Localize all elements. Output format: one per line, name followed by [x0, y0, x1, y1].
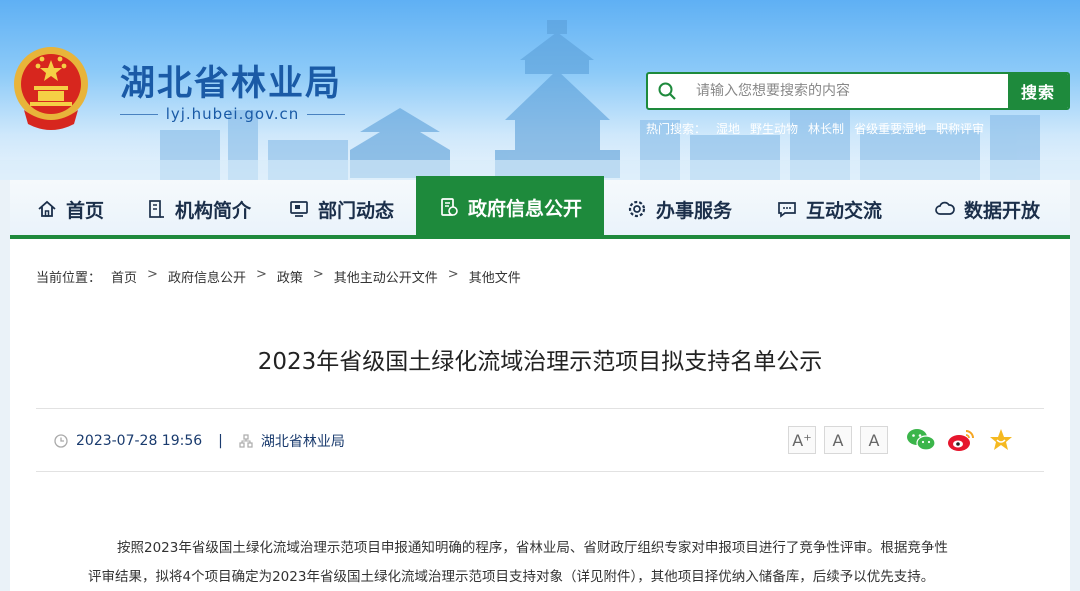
article-meta-bar: 2023-07-28 19:56 | 湖北省林业局 A⁺ A A	[36, 408, 1044, 472]
nav-item-label: 办事服务	[655, 199, 732, 222]
hot-search-link-wildlife[interactable]: 野生动物	[750, 120, 798, 137]
search-button[interactable]: 搜索	[1008, 74, 1068, 108]
gear-icon	[628, 200, 646, 218]
site-title: 湖北省林业局	[120, 63, 343, 104]
site-domain: lyj.hubei.gov.cn	[165, 105, 300, 123]
hot-search-link-forest-chief[interactable]: 林长制	[808, 120, 844, 137]
article-meta: 2023-07-28 19:56 | 湖北省林业局	[54, 431, 345, 451]
wechat-icon[interactable]	[906, 425, 936, 455]
search-icon	[648, 74, 686, 108]
breadcrumb-separator-icon: >	[147, 267, 158, 282]
font-size-medium-button[interactable]: A	[824, 426, 852, 454]
nav-item-home[interactable]: 首页	[10, 180, 130, 238]
nav-item-gov-info-disclosure[interactable]: 政府信息公开	[416, 176, 604, 238]
nav-item-label: 政府信息公开	[467, 197, 582, 220]
meta-separator: |	[218, 433, 223, 449]
building-icon	[149, 200, 164, 218]
article-title: 2023年省级国土绿化流域治理示范项目拟支持名单公示	[257, 349, 823, 375]
nav-item-label: 互动交流	[805, 199, 882, 222]
organization-icon	[239, 434, 253, 448]
nav-item-label: 数据开放	[963, 199, 1040, 222]
breadcrumb-item-policy[interactable]: 政策	[277, 267, 303, 286]
nav-item-label: 机构简介	[174, 199, 251, 222]
search-box: 搜索	[646, 72, 1070, 110]
site-domain-row: lyj.hubei.gov.cn	[120, 104, 345, 124]
home-icon	[38, 200, 56, 217]
nav-item-services[interactable]: 办事服务	[604, 180, 754, 238]
chat-icon	[778, 202, 796, 218]
hot-search-link-title-review[interactable]: 职称评审	[936, 120, 984, 137]
article-source: 湖北省林业局	[260, 434, 345, 450]
hot-search-row: 热门搜索： 湿地 野生动物 林长制 省级重要湿地 职称评审	[646, 120, 984, 137]
nav-item-open-data[interactable]: 数据开放	[904, 180, 1070, 238]
nav-item-department-news[interactable]: 部门动态	[266, 180, 416, 238]
monitor-icon	[290, 201, 308, 217]
cloud-icon	[935, 201, 955, 215]
hot-search-link-wetland[interactable]: 湿地	[716, 120, 740, 137]
breadcrumb-item-home[interactable]: 首页	[111, 267, 137, 286]
search-input[interactable]	[686, 74, 1008, 108]
breadcrumb: 当前位置： 首页 > 政府信息公开 > 政策 > 其他主动公开文件 > 其他文件	[36, 267, 521, 286]
breadcrumb-label: 当前位置：	[36, 271, 102, 286]
breadcrumb-separator-icon: >	[255, 267, 267, 282]
nav-item-label: 首页	[65, 199, 104, 222]
nav-item-interaction[interactable]: 互动交流	[754, 180, 904, 238]
main-nav: 首页 机构简介 部门动态 政府信息公开 办事服务 互动交流 数据开放	[10, 176, 1070, 238]
font-size-small-button[interactable]: A	[860, 426, 888, 454]
font-size-large-button[interactable]: A⁺	[788, 426, 816, 454]
favorite-icon[interactable]	[986, 425, 1016, 455]
hot-search-label: 热门搜索：	[646, 122, 707, 136]
domain-divider-right	[307, 113, 345, 115]
domain-divider-left	[120, 113, 158, 115]
breadcrumb-separator-icon: >	[447, 267, 459, 282]
document-icon	[441, 198, 458, 216]
article-paragraph-2: 评审结果，拟将4个项目确定为2023年省级国土绿化流域治理示范项目支持对象（详见…	[88, 569, 935, 585]
breadcrumb-item-gov-info[interactable]: 政府信息公开	[168, 267, 246, 286]
national-emblem-icon	[14, 47, 88, 130]
share-icons	[906, 425, 1016, 455]
weibo-icon[interactable]	[946, 425, 976, 455]
hot-search-link-provincial-wetland[interactable]: 省级重要湿地	[854, 120, 926, 137]
font-size-controls: A⁺ A A	[788, 426, 888, 454]
clock-icon	[54, 434, 68, 448]
article-panel: 当前位置： 首页 > 政府信息公开 > 政策 > 其他主动公开文件 > 其他文件…	[10, 239, 1070, 591]
nav-item-label: 部门动态	[317, 199, 394, 222]
breadcrumb-separator-icon: >	[312, 267, 324, 282]
breadcrumb-item-other-public-files[interactable]: 其他主动公开文件	[334, 267, 438, 286]
breadcrumb-item-other-files[interactable]: 其他文件	[469, 267, 521, 286]
nav-item-about[interactable]: 机构简介	[130, 180, 266, 238]
publish-date: 2023-07-28 19:56	[76, 433, 203, 449]
site-header: 湖北省林业局 lyj.hubei.gov.cn 搜索 热门搜索： 湿地 野生动物…	[0, 0, 1080, 180]
article-paragraph-1: 按照2023年省级国土绿化流域治理示范项目申报通知明确的程序，省林业局、省财政厅…	[117, 540, 948, 556]
